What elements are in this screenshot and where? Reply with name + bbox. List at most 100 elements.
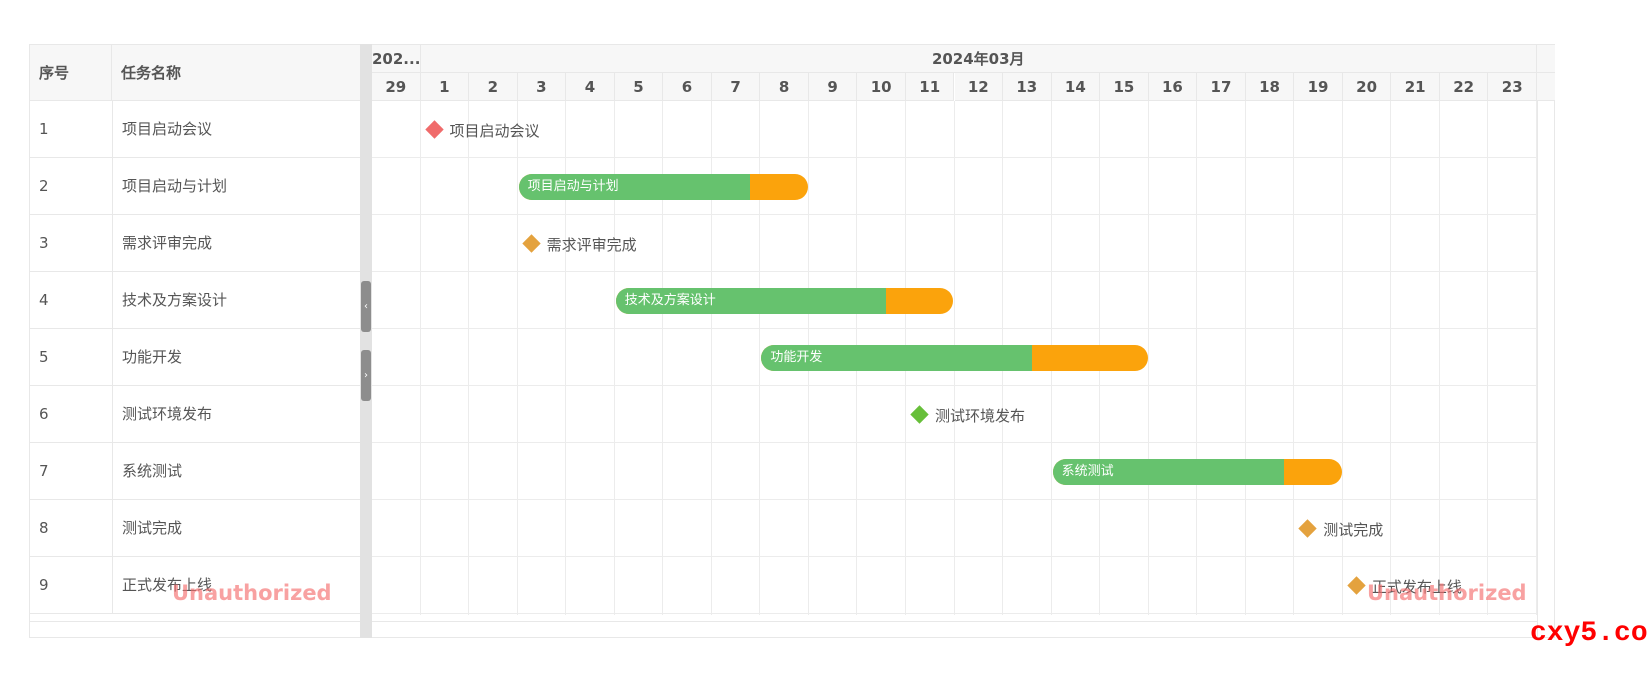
task-bar-label: 功能开发 <box>770 350 823 365</box>
milestone-label: 需求评审完成 <box>546 236 637 254</box>
row-line <box>372 556 1537 557</box>
task-index: 2 <box>39 177 49 195</box>
milestone-diamond-icon[interactable] <box>424 120 444 139</box>
day-header: 9 <box>808 73 858 101</box>
day-header: 1 <box>420 73 470 101</box>
day-header: 2 <box>469 73 518 101</box>
day-header: 7 <box>711 73 761 101</box>
cell-divider <box>112 500 113 557</box>
cell-divider <box>112 101 113 158</box>
task-name: 项目启动与计划 <box>122 177 228 195</box>
milestone-label: 测试环境发布 <box>934 407 1025 425</box>
day-header: 15 <box>1100 73 1149 101</box>
milestone-diamond-icon[interactable] <box>521 234 541 253</box>
grid-line <box>516 101 518 615</box>
grid-line <box>1147 101 1149 615</box>
day-header: 6 <box>663 73 712 101</box>
day-header: 5 <box>614 73 664 101</box>
horizontal-scrollbar-track[interactable] <box>30 621 361 622</box>
day-header: 19 <box>1294 73 1343 101</box>
task-index: 4 <box>39 291 49 309</box>
table-row[interactable]: 7 系统测试 <box>30 443 361 500</box>
header-spacer <box>1537 73 1555 101</box>
milestone-diamond-icon[interactable] <box>1347 576 1366 595</box>
cell-divider <box>112 557 113 614</box>
task-name: 需求评审完成 <box>122 234 213 252</box>
task-bar-label: 项目启动与计划 <box>527 179 619 194</box>
site-logo: cxy5.com <box>1530 618 1648 649</box>
task-index: 9 <box>39 576 49 594</box>
task-name: 系统测试 <box>122 462 183 480</box>
grid-line <box>1293 101 1295 615</box>
table-row[interactable]: 5 功能开发 <box>30 329 361 386</box>
month-header: 202... <box>372 45 421 73</box>
task-index: 3 <box>39 234 49 252</box>
day-header: 3 <box>517 73 567 101</box>
day-header: 4 <box>566 73 615 101</box>
milestone-label: 项目启动会议 <box>449 122 540 140</box>
task-name: 项目启动会议 <box>122 120 213 138</box>
task-name: 测试完成 <box>122 519 183 537</box>
grid-line <box>1487 101 1489 615</box>
row-line <box>372 271 1537 272</box>
day-header: 17 <box>1197 73 1246 101</box>
task-index: 6 <box>39 405 49 423</box>
task-name: 测试环境发布 <box>122 405 213 423</box>
row-line <box>372 157 1537 158</box>
column-header-index[interactable]: 序号 <box>30 45 112 101</box>
row-line <box>372 442 1537 443</box>
day-header: 13 <box>1003 73 1052 101</box>
table-row[interactable]: 1 项目启动会议 <box>30 101 361 158</box>
gantt-chart: 202... 2024年03月 29 1 2 3 4 5 6 7 8 9 10 11 12 13 14 15 16 1… <box>372 44 1556 639</box>
grid-line <box>1390 101 1392 615</box>
day-header: 10 <box>857 73 906 101</box>
task-bar-label: 系统测试 <box>1061 464 1114 479</box>
task-bar[interactable]: 功能开发 <box>761 345 1148 371</box>
header-spacer <box>1537 45 1555 73</box>
row-line <box>372 385 1537 386</box>
row-line <box>372 613 1537 614</box>
column-header-name[interactable]: 任务名称 <box>112 45 361 101</box>
row-line <box>372 328 1537 329</box>
vertical-scrollbar[interactable] <box>1537 101 1556 639</box>
grid-line <box>1244 101 1246 615</box>
day-header: 11 <box>905 73 955 101</box>
table-row[interactable]: 4 技术及方案设计 <box>30 272 361 329</box>
day-header: 16 <box>1148 73 1198 101</box>
cell-divider <box>112 329 113 386</box>
day-header: 14 <box>1051 73 1101 101</box>
table-row[interactable]: 6 测试环境发布 <box>30 386 361 443</box>
cell-divider <box>112 272 113 329</box>
table-row[interactable]: 2 项目启动与计划 <box>30 158 361 215</box>
cell-divider <box>112 443 113 500</box>
task-index: 1 <box>39 120 49 138</box>
day-header: 12 <box>954 73 1004 101</box>
task-bar[interactable]: 技术及方案设计 <box>615 288 954 314</box>
horizontal-scrollbar[interactable] <box>372 621 1537 622</box>
splitter[interactable]: ‹ › <box>360 44 372 638</box>
cell-divider <box>112 158 113 215</box>
row-line <box>372 214 1537 215</box>
milestone-diamond-icon[interactable] <box>910 405 929 424</box>
task-bar-label: 技术及方案设计 <box>624 293 716 308</box>
watermark: Unauthorized <box>172 581 332 605</box>
task-bar[interactable]: 项目启动与计划 <box>518 174 808 200</box>
day-header: 21 <box>1391 73 1440 101</box>
day-header: 29 <box>372 73 421 101</box>
milestone-label: 测试完成 <box>1323 521 1384 539</box>
task-name: 功能开发 <box>122 348 183 366</box>
table-row[interactable]: 8 测试完成 <box>30 500 361 557</box>
task-table: 序号 任务名称 1 项目启动会议 2 项目启动与计划 3 需求评审完成 4 技术及方案设计 5 功… <box>29 44 361 638</box>
day-header: 8 <box>760 73 809 101</box>
grid-line <box>1438 101 1440 615</box>
collapse-left-button[interactable]: ‹ <box>361 281 371 332</box>
grid-line <box>468 101 470 615</box>
day-header: 18 <box>1245 73 1295 101</box>
day-header: 23 <box>1488 73 1537 101</box>
cell-divider <box>112 215 113 272</box>
expand-right-button[interactable]: › <box>361 350 371 401</box>
task-bar[interactable]: 系统测试 <box>1052 459 1342 485</box>
table-row[interactable]: 3 需求评审完成 <box>30 215 361 272</box>
milestone-diamond-icon[interactable] <box>1298 519 1317 538</box>
cell-divider <box>112 386 113 443</box>
